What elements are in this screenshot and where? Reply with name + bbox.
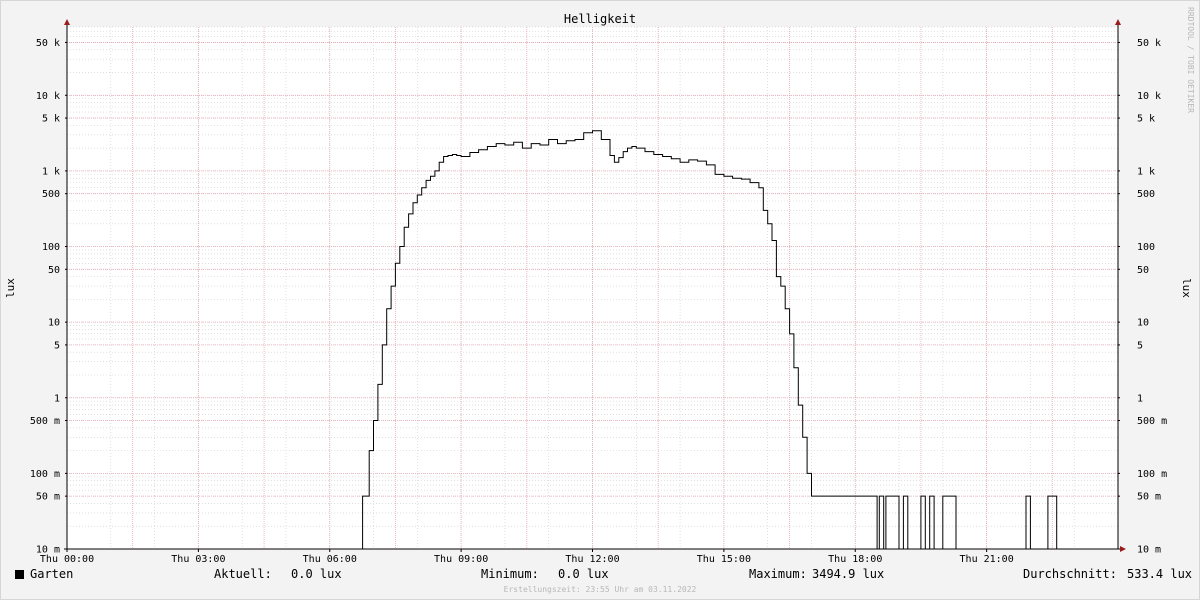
watermark: RRDTOOL / TOBI OETIKER [1186, 7, 1195, 113]
legend-maximum-value: 3494.9 lux [812, 567, 885, 581]
y-axis-arrow-right [1115, 19, 1121, 25]
y-tick-label: 10 k [36, 91, 60, 102]
legend-average-value: 533.4 lux [1127, 567, 1193, 581]
x-tick-label: Thu 03:00 [171, 554, 225, 565]
x-tick-label: Thu 12:00 [565, 554, 619, 565]
x-tick-label: Thu 21:00 [960, 554, 1014, 565]
legend-minimum-value: 0.0 lux [558, 567, 609, 581]
y-tick-label-right: 50 [1137, 265, 1149, 276]
y-tick-label-right: 100 [1137, 242, 1155, 253]
y-tick-label-right: 5 k [1137, 114, 1155, 125]
y-axis-arrow-left [64, 19, 70, 25]
x-tick-label: Thu 09:00 [434, 554, 488, 565]
y-tick-label-right: 50 k [1137, 38, 1161, 49]
y-tick-label-right: 1 [1137, 393, 1143, 404]
y-tick-label: 1 [54, 393, 60, 404]
y-tick-label: 100 m [30, 469, 60, 480]
chart-title: Helligkeit [564, 12, 636, 26]
y-tick-label: 10 [48, 318, 60, 329]
y-tick-label: 50 k [36, 38, 60, 49]
y-tick-label-right: 500 m [1137, 416, 1167, 427]
y-axis-label-left: lux [4, 278, 17, 298]
y-tick-label-right: 10 m [1137, 545, 1161, 556]
y-tick-label: 5 k [42, 114, 60, 125]
y-axis-label-right: lux [1180, 278, 1193, 298]
y-tick-label-right: 1 k [1137, 166, 1155, 177]
x-tick-label: Thu 18:00 [828, 554, 882, 565]
legend-maximum-label: Maximum: [749, 567, 807, 581]
chart-canvas: 10 m 10 m50 m 50 m100 m 100 m500 m 500 m1 15 5… [4, 7, 1195, 565]
legend-average-label: Durchschnitt: [1023, 567, 1117, 581]
y-tick-label-right: 10 [1137, 318, 1149, 329]
y-tick-label: 50 m [36, 492, 60, 503]
y-tick-label-right: 50 m [1137, 492, 1161, 503]
y-tick-label-right: 500 [1137, 189, 1155, 200]
x-tick-label: Thu 00:00 [40, 554, 94, 565]
legend-minimum-label: Minimum: [481, 567, 539, 581]
y-tick-label: 100 [42, 242, 60, 253]
x-tick-label: Thu 15:00 [697, 554, 751, 565]
y-tick-label-right: 10 k [1137, 91, 1161, 102]
y-tick-label-right: 100 m [1137, 469, 1167, 480]
legend-aktuell-label: Aktuell: [214, 567, 272, 581]
x-tick-label: Thu 06:00 [303, 554, 357, 565]
y-tick-label: 500 [42, 189, 60, 200]
y-tick-label-right: 5 [1137, 340, 1143, 351]
y-tick-label: 50 [48, 265, 60, 276]
y-tick-label: 5 [54, 340, 60, 351]
y-tick-label: 1 k [42, 166, 60, 177]
footer-timestamp: Erstellungszeit: 23:55 Uhr am 03.11.2022 [503, 585, 697, 594]
legend-swatch-garten [15, 570, 24, 579]
legend-series-name: Garten [30, 567, 74, 581]
x-axis-arrow [1120, 546, 1126, 552]
y-tick-label: 500 m [30, 416, 60, 427]
legend-aktuell-value: 0.0 lux [291, 567, 342, 581]
